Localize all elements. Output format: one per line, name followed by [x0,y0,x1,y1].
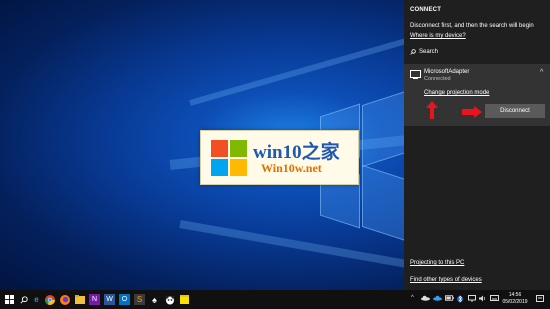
logo-pane [362,90,404,168]
word-icon[interactable]: W [104,294,115,305]
volume-icon[interactable] [479,295,487,304]
taskbar-clock[interactable]: 14:56 05/02/2019 [500,292,530,306]
panel-description: Disconnect first, and then the search wi… [410,23,534,29]
where-is-my-device-link[interactable]: Where is my device? [410,33,466,39]
clock-date: 05/02/2019 [502,299,528,305]
chevron-up-icon[interactable]: ^ [540,69,543,76]
find-other-devices-link[interactable]: Find other types of devices [410,277,482,283]
search-icon[interactable] [18,294,29,305]
display-icon[interactable] [468,295,476,304]
search-button[interactable]: Search [410,49,438,55]
cloud-icon[interactable] [433,295,442,303]
watermark: win10之家 Win10w.net [200,130,359,185]
search-icon [410,49,416,55]
chevron-up-icon[interactable]: ^ [411,295,414,301]
monitor-icon [410,70,421,79]
battery-icon[interactable] [445,295,454,303]
notification-icon[interactable] [536,295,544,304]
watermark-title: win10之家 [253,142,340,163]
solitaire-icon[interactable]: ♠ [149,294,160,305]
red-arrow-up-icon [426,101,438,119]
light-beam [189,36,404,106]
connect-panel: CONNECT Disconnect first, and then the s… [404,0,550,290]
search-label: Search [419,49,439,55]
change-projection-mode-link[interactable]: Change projection mode [424,90,489,96]
outlook-icon[interactable]: O [119,294,130,305]
sublime-icon[interactable]: S [134,294,145,305]
chrome-icon[interactable] [44,294,55,305]
device-status: Connected [424,76,451,82]
panel-title: CONNECT [410,7,442,13]
logo-pane [362,164,404,242]
disconnect-button[interactable]: Disconnect [485,104,545,118]
onedrive-icon[interactable] [421,295,430,303]
onenote-icon[interactable]: N [89,294,100,305]
start-windows-icon[interactable] [5,295,14,304]
clock-time: 14:56 [508,292,522,298]
sticky-notes-icon[interactable] [179,294,190,305]
projecting-to-this-pc-link[interactable]: Projecting to this PC [410,260,464,266]
file-explorer-icon[interactable] [74,294,85,305]
windows-logo-icon [211,140,247,176]
watermark-url: Win10w.net [261,161,322,175]
device-name: MicrosoftAdapter [424,69,470,75]
taskbar: e N W O S ♠ ^ [0,290,550,309]
firefox-icon[interactable] [59,294,70,305]
keyboard-icon[interactable] [490,295,499,303]
bluetooth-icon[interactable] [457,295,463,305]
red-arrow-right-icon [462,106,482,118]
panda-icon[interactable] [164,294,175,305]
edge-icon[interactable]: e [31,294,42,305]
